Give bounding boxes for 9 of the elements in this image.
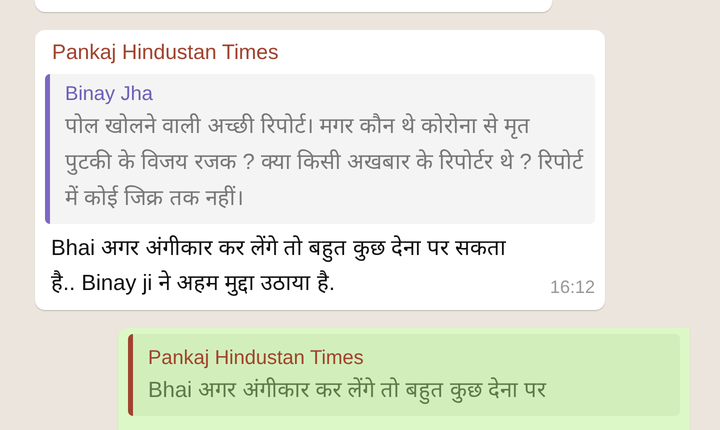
message-time: 16:12	[550, 276, 595, 299]
sender-name: Pankaj Hindustan Times	[51, 40, 278, 66]
quoted-message[interactable]: Binay Jha पोल खोलने वाली अच्छी रिपोर्ट। मगर कौन थे कोरोना से मृत पुटकी के विजय रजक ? क्या किसी अखबार के रिपोर्टर थे ? रिपोर्ट में कोई जिक्र तक नहीं।	[45, 74, 595, 224]
quoted-message[interactable]: Pankaj Hindustan Times Bhai अगर अंगीकार कर लेंगे तो बहुत कुछ देना पर	[128, 334, 680, 416]
quoted-text: पोल खोलने वाली अच्छी रिपोर्ट। मगर कौन थे कोरोना से मृत पुटकी के विजय रजक ? क्या किसी अखबार के रिपोर्टर थे ? रिपोर्ट में कोई जिक्र तक नहीं।	[65, 112, 583, 212]
message-text: Bhai अगर अंगीकार कर लेंगे तो बहुत कुछ देना पर सकता है.. Binay ji ने अहम मुद्दा उठाया है.	[50, 234, 508, 298]
quoted-text: Bhai अगर अंगीकार कर लेंगे तो बहुत कुछ देना पर	[148, 376, 548, 406]
quoted-author: Pankaj Hindustan Times	[148, 346, 364, 371]
quoted-author: Binay Jha	[65, 82, 153, 107]
